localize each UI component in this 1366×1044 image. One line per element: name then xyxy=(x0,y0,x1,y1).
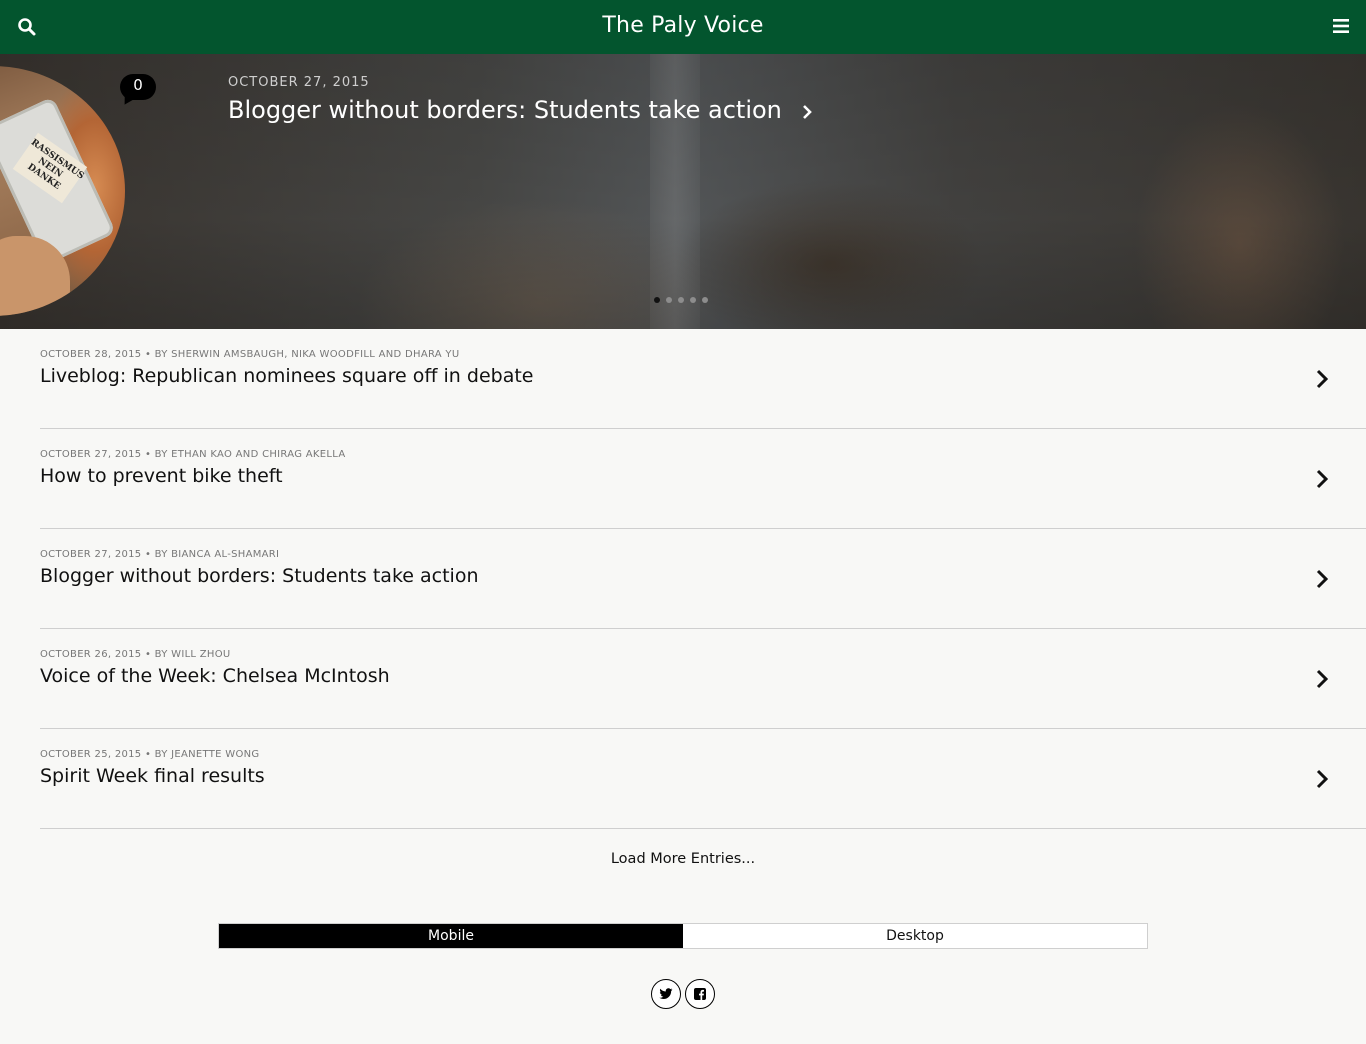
chevron-right-icon[interactable] xyxy=(1316,367,1328,391)
social-links xyxy=(651,979,715,1009)
article-meta: OCTOBER 27, 2015 • BY ETHAN KAO AND CHIR… xyxy=(40,449,346,460)
slide-dot[interactable] xyxy=(678,297,684,303)
comment-count: 0 xyxy=(133,76,143,94)
article-meta: OCTOBER 28, 2015 • BY SHERWIN AMSBAUGH, … xyxy=(40,349,460,360)
chevron-right-icon[interactable] xyxy=(1316,567,1328,591)
article-meta: OCTOBER 27, 2015 • BY BIANCA AL-SHAMARI xyxy=(40,549,280,560)
article-item[interactable]: OCTOBER 27, 2015 • BY BIANCA AL-SHAMARI … xyxy=(40,529,1366,629)
twitter-link[interactable] xyxy=(651,979,681,1009)
comment-count-bubble[interactable]: 0 xyxy=(120,74,156,100)
chevron-right-icon[interactable] xyxy=(1316,767,1328,791)
slide-dot[interactable] xyxy=(690,297,696,303)
article-meta: OCTOBER 25, 2015 • BY JEANETTE WONG xyxy=(40,749,260,760)
article-title[interactable]: Spirit Week final results xyxy=(40,765,265,787)
article-item[interactable]: OCTOBER 26, 2015 • BY WILL ZHOU Voice of… xyxy=(40,629,1366,729)
article-item[interactable]: OCTOBER 25, 2015 • BY JEANETTE WONG Spir… xyxy=(40,729,1366,829)
facebook-icon xyxy=(694,988,706,1000)
site-header: The Paly Voice xyxy=(0,0,1366,54)
desktop-view-button[interactable]: Desktop xyxy=(683,924,1147,948)
article-item[interactable]: OCTOBER 27, 2015 • BY ETHAN KAO AND CHIR… xyxy=(40,429,1366,529)
chevron-right-icon[interactable] xyxy=(1316,667,1328,691)
slide-dot[interactable] xyxy=(702,297,708,303)
article-title[interactable]: Voice of the Week: Chelsea McIntosh xyxy=(40,665,390,687)
hamburger-menu-icon[interactable] xyxy=(1333,18,1349,34)
slider-pagination xyxy=(654,297,708,303)
slide-dot[interactable] xyxy=(666,297,672,303)
view-mode-toggle: Mobile Desktop xyxy=(218,923,1148,949)
featured-date: OCTOBER 27, 2015 xyxy=(228,75,370,90)
chevron-right-icon xyxy=(802,105,812,119)
article-item[interactable]: OCTOBER 28, 2015 • BY SHERWIN AMSBAUGH, … xyxy=(40,329,1366,429)
article-title[interactable]: How to prevent bike theft xyxy=(40,465,283,487)
twitter-icon xyxy=(659,988,673,999)
load-more-button[interactable]: Load More Entries... xyxy=(0,851,1366,867)
slide-dot[interactable] xyxy=(654,297,660,303)
article-meta: OCTOBER 26, 2015 • BY WILL ZHOU xyxy=(40,649,231,660)
article-title[interactable]: Liveblog: Republican nominees square off… xyxy=(40,365,533,387)
chevron-right-icon[interactable] xyxy=(1316,467,1328,491)
featured-headline: Blogger without borders: Students take a… xyxy=(228,96,782,124)
facebook-link[interactable] xyxy=(685,979,715,1009)
article-list: OCTOBER 28, 2015 • BY SHERWIN AMSBAUGH, … xyxy=(40,329,1366,829)
featured-headline-link[interactable]: Blogger without borders: Students take a… xyxy=(228,96,812,124)
featured-slider[interactable]: RASSISMUS NEIN DANKE 0 OCTOBER 27, 2015 … xyxy=(0,54,1366,329)
mobile-view-button[interactable]: Mobile xyxy=(219,924,683,948)
site-title[interactable]: The Paly Voice xyxy=(0,13,1366,38)
article-title[interactable]: Blogger without borders: Students take a… xyxy=(40,565,479,587)
